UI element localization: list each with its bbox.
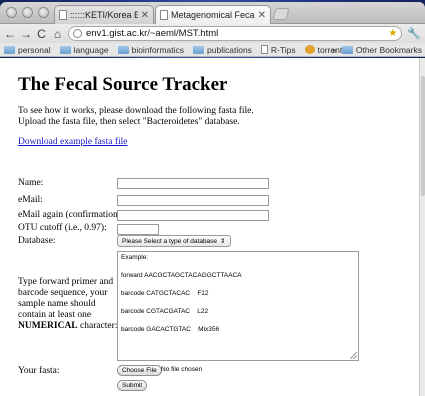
bookmarks-overflow-button[interactable]: » [332,45,337,55]
bookmark-bioinformatics[interactable]: bioinformatics [117,44,185,55]
example-line: barcode CGTACGATAC L22 [121,308,209,315]
folder-icon [193,45,205,54]
back-arrow-icon[interactable]: ← [4,28,16,40]
address-bar[interactable]: env1.gist.ac.kr/~aeml/MST.html ★ [68,26,403,41]
page-title: The Fecal Source Tracker [18,74,228,95]
database-label: Database: [18,236,56,246]
page-icon [160,10,168,20]
new-tab-button[interactable] [272,8,290,20]
bookmark-label: language [73,44,109,55]
sequence-textarea[interactable]: Example: forward AACGCTAGCTACAGGCTTAACA … [117,251,359,361]
email-confirm-input[interactable] [117,210,269,221]
folder-icon [4,45,15,54]
reload-icon[interactable]: C [36,28,47,40]
vertical-scrollbar[interactable] [419,58,425,396]
home-icon[interactable]: ⌂ [52,28,63,40]
otu-cutoff-input[interactable] [117,224,159,235]
example-line: barcode CATGCTACAC F12 [121,290,209,297]
wrench-icon[interactable]: 🔧 [407,27,421,40]
bookmark-personal[interactable]: personal [4,45,51,55]
otu-cutoff-label: OTU cutoff (i.e., 0.97): [18,223,107,233]
folder-icon [341,46,353,54]
browser-window: ::::::KETI/Korea Electronics T ✕ Metagen… [0,2,425,396]
tab-strip: ::::::KETI/Korea Electronics T ✕ Metagen… [0,2,425,24]
email-input[interactable] [117,195,269,206]
name-input[interactable] [117,178,269,189]
submit-button[interactable]: Submit [117,380,148,391]
page-icon [260,45,268,54]
email-label: eMail: [18,195,43,205]
bookmark-r-tips[interactable]: R-Tips [260,44,296,55]
bookmarks-bar: personal language bioinformatics publica… [0,43,425,57]
page-content: The Fecal Source Tracker To see how it w… [0,58,419,396]
intro-text: To see how it works, please download the… [18,106,254,128]
instructions-bold: NUMERICAL [18,321,78,331]
download-example-link[interactable]: Download example fasta file [18,137,127,147]
window-controls [6,7,49,18]
resize-grip[interactable] [350,352,357,359]
bookmark-label: publications [207,44,252,55]
tab-title: ::::::KETI/Korea Electronics T [70,10,138,20]
bookmark-star-icon[interactable]: ★ [388,28,397,39]
tab-title: Metagenomical Fecal Source [171,10,255,20]
globe-icon [73,29,82,38]
close-window-button[interactable] [6,7,17,18]
scrollbar-thumb[interactable] [421,76,425,196]
bookmark-label: R-Tips [270,44,296,55]
other-bookmarks[interactable]: Other Bookmarks [341,45,422,55]
toolbar: ← → C ⌂ env1.gist.ac.kr/~aeml/MST.html ★… [0,24,425,43]
intro-line: Upload the fasta file, then select "Bact… [18,117,240,127]
choose-file-button[interactable]: Choose File [117,365,162,376]
bookmark-label: bioinformatics [131,44,185,55]
select-arrows-icon: ⇕ [220,238,226,245]
intro-line: To see how it works, please download the… [18,106,254,116]
instructions-text: character: [77,321,118,331]
sequence-instructions: Type forward primer and barcode sequence… [18,277,118,332]
example-line: Example: [121,254,149,261]
bookmark-language[interactable]: language [59,44,109,55]
close-tab-icon[interactable]: ✕ [141,10,149,21]
tab-keti[interactable]: ::::::KETI/Korea Electronics T ✕ [54,5,154,24]
tab-fecal-source[interactable]: Metagenomical Fecal Source ✕ [155,5,271,24]
close-tab-icon[interactable]: ✕ [258,10,266,21]
folder-icon [117,45,129,54]
name-label: Name: [18,178,44,188]
example-line: forward AACGCTAGCTACAGGCTTAACA [121,272,242,279]
no-file-text: No file chosen [161,366,203,373]
database-select-value: Please Select a type of database [122,237,218,245]
email-confirm-label: eMail again (confirmation): [18,210,124,220]
bookmark-label: personal [18,44,51,55]
bookmark-publications[interactable]: publications [193,45,252,55]
fasta-label: Your fasta: [18,366,60,376]
forward-arrow-icon[interactable]: → [20,28,32,40]
folder-icon [59,45,71,54]
torrent-icon [304,45,315,54]
example-line: barcode GACACTGTAC Mix356 [121,326,220,333]
page-icon [59,10,67,20]
zoom-window-button[interactable] [38,7,49,18]
other-bookmarks-label: Other Bookmarks [355,45,422,55]
instructions-text: Type forward primer and barcode sequence… [18,277,114,320]
url-text: env1.gist.ac.kr/~aeml/MST.html [86,28,219,39]
database-select[interactable]: Please Select a type of database ⇕ [117,235,231,247]
minimize-window-button[interactable] [22,7,33,18]
